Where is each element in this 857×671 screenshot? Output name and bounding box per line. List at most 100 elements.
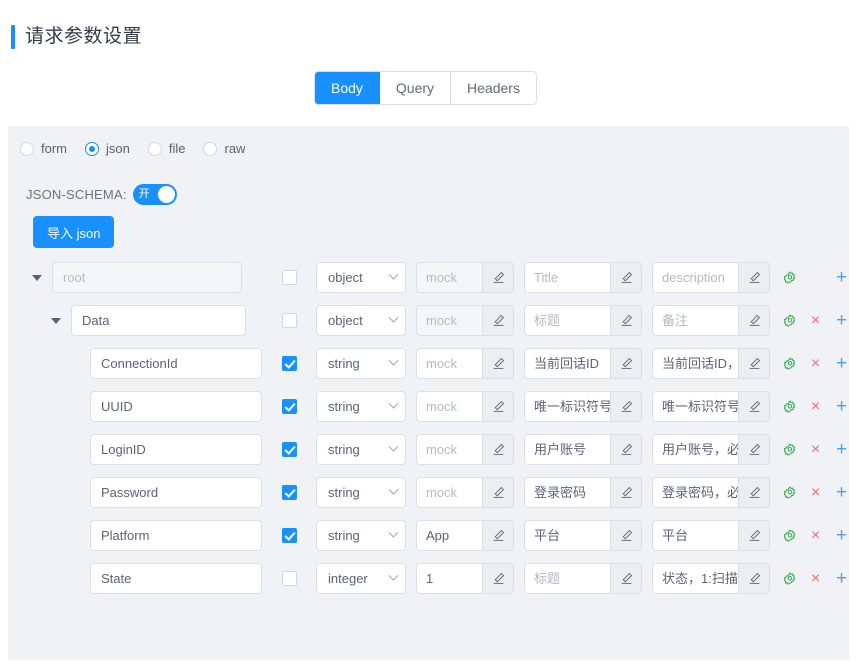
mock-edit-pencil-icon[interactable] <box>482 520 514 551</box>
add-row-icon[interactable]: + <box>834 483 849 502</box>
required-checkbox[interactable] <box>281 270 297 285</box>
description-edit-pencil-icon[interactable] <box>738 563 770 594</box>
mock-edit-pencil-icon[interactable] <box>482 477 514 508</box>
required-checkbox[interactable] <box>281 313 297 328</box>
delete-row-icon[interactable]: × <box>808 528 823 544</box>
title-edit-pencil-icon[interactable] <box>610 391 642 422</box>
title-input[interactable]: 标题 <box>524 563 610 594</box>
mock-input[interactable]: mock <box>416 434 482 465</box>
field-name-input[interactable]: UUID <box>90 391 262 422</box>
title-input[interactable]: Title <box>524 262 610 293</box>
title-edit-pencil-icon[interactable] <box>610 434 642 465</box>
title-edit-pencil-icon[interactable] <box>610 477 642 508</box>
expand-caret-icon[interactable] <box>47 317 65 324</box>
description-edit-pencil-icon[interactable] <box>738 520 770 551</box>
radio-form[interactable]: form <box>20 141 67 156</box>
description-input[interactable]: 平台 <box>652 520 738 551</box>
add-row-icon[interactable]: + <box>834 526 849 545</box>
mock-edit-pencil-icon[interactable] <box>482 262 514 293</box>
required-checkbox[interactable] <box>281 571 297 586</box>
mock-input[interactable]: mock <box>416 477 482 508</box>
delete-row-icon[interactable]: × <box>808 485 823 501</box>
title-edit-pencil-icon[interactable] <box>610 262 642 293</box>
title-input[interactable]: 登录密码 <box>524 477 610 508</box>
type-select[interactable]: string <box>316 520 406 551</box>
field-name-input[interactable]: Platform <box>90 520 262 551</box>
title-input[interactable]: 当前回话ID <box>524 348 610 379</box>
description-input[interactable]: 备注 <box>652 305 738 336</box>
title-input[interactable]: 唯一标识符号 <box>524 391 610 422</box>
gear-icon[interactable] <box>782 571 797 586</box>
radio-file[interactable]: file <box>147 141 185 156</box>
mock-input[interactable]: 1 <box>416 563 482 594</box>
type-select[interactable]: string <box>316 477 406 508</box>
description-input[interactable]: 当前回话ID，必填 <box>652 348 738 379</box>
mock-edit-pencil-icon[interactable] <box>482 348 514 379</box>
title-edit-pencil-icon[interactable] <box>610 305 642 336</box>
type-select[interactable]: object <box>316 305 406 336</box>
required-checkbox[interactable] <box>281 528 297 543</box>
field-name-input[interactable]: ConnectionId <box>90 348 262 379</box>
type-select[interactable]: string <box>316 391 406 422</box>
required-checkbox[interactable] <box>281 442 297 457</box>
mock-edit-pencil-icon[interactable] <box>482 305 514 336</box>
delete-row-icon[interactable]: × <box>808 571 823 587</box>
add-row-icon[interactable]: + <box>834 354 849 373</box>
mock-edit-pencil-icon[interactable] <box>482 563 514 594</box>
json-schema-toggle[interactable]: 开 <box>132 184 177 205</box>
field-name-input[interactable]: Password <box>90 477 262 508</box>
tab-body[interactable]: Body <box>315 72 380 104</box>
title-input[interactable]: 标题 <box>524 305 610 336</box>
type-select[interactable]: object <box>316 262 406 293</box>
title-input[interactable]: 用户账号 <box>524 434 610 465</box>
description-edit-pencil-icon[interactable] <box>738 348 770 379</box>
add-row-icon[interactable]: + <box>834 397 849 416</box>
gear-icon[interactable] <box>782 313 797 328</box>
description-input[interactable]: 用户账号，必填 <box>652 434 738 465</box>
type-select[interactable]: string <box>316 434 406 465</box>
required-checkbox[interactable] <box>281 356 297 371</box>
gear-icon[interactable] <box>782 485 797 500</box>
mock-input[interactable]: mock <box>416 391 482 422</box>
radio-raw[interactable]: raw <box>203 141 245 156</box>
description-edit-pencil-icon[interactable] <box>738 305 770 336</box>
description-edit-pencil-icon[interactable] <box>738 477 770 508</box>
title-edit-pencil-icon[interactable] <box>610 348 642 379</box>
mock-input[interactable]: App <box>416 520 482 551</box>
add-row-icon[interactable]: + <box>834 311 849 330</box>
gear-icon[interactable] <box>782 399 797 414</box>
description-edit-pencil-icon[interactable] <box>738 391 770 422</box>
tab-query[interactable]: Query <box>379 72 452 104</box>
delete-row-icon[interactable]: × <box>808 399 823 415</box>
description-input[interactable]: description <box>652 262 738 293</box>
type-select[interactable]: integer <box>316 563 406 594</box>
add-row-icon[interactable]: + <box>834 268 849 287</box>
description-input[interactable]: 登录密码，必填 <box>652 477 738 508</box>
field-name-input[interactable]: State <box>90 563 262 594</box>
gear-icon[interactable] <box>782 528 797 543</box>
delete-row-icon[interactable]: × <box>808 313 823 329</box>
description-edit-pencil-icon[interactable] <box>738 262 770 293</box>
description-input[interactable]: 状态，1:扫描成功 <box>652 563 738 594</box>
field-name-input[interactable]: Data <box>71 305 246 336</box>
add-row-icon[interactable]: + <box>834 569 849 588</box>
type-select[interactable]: string <box>316 348 406 379</box>
required-checkbox[interactable] <box>281 485 297 500</box>
description-input[interactable]: 唯一标识符号，必填 <box>652 391 738 422</box>
title-input[interactable]: 平台 <box>524 520 610 551</box>
field-name-input[interactable]: LoginID <box>90 434 262 465</box>
gear-icon[interactable] <box>782 442 797 457</box>
title-edit-pencil-icon[interactable] <box>610 520 642 551</box>
tab-headers[interactable]: Headers <box>451 72 536 104</box>
mock-edit-pencil-icon[interactable] <box>482 391 514 422</box>
required-checkbox[interactable] <box>281 399 297 414</box>
expand-caret-icon[interactable] <box>28 274 46 281</box>
import-json-button[interactable]: 导入 json <box>33 216 115 248</box>
radio-json[interactable]: json <box>85 141 130 156</box>
mock-edit-pencil-icon[interactable] <box>482 434 514 465</box>
mock-input[interactable]: mock <box>416 348 482 379</box>
title-edit-pencil-icon[interactable] <box>610 563 642 594</box>
delete-row-icon[interactable]: × <box>808 356 823 372</box>
add-row-icon[interactable]: + <box>834 440 849 459</box>
gear-icon[interactable] <box>782 270 797 285</box>
